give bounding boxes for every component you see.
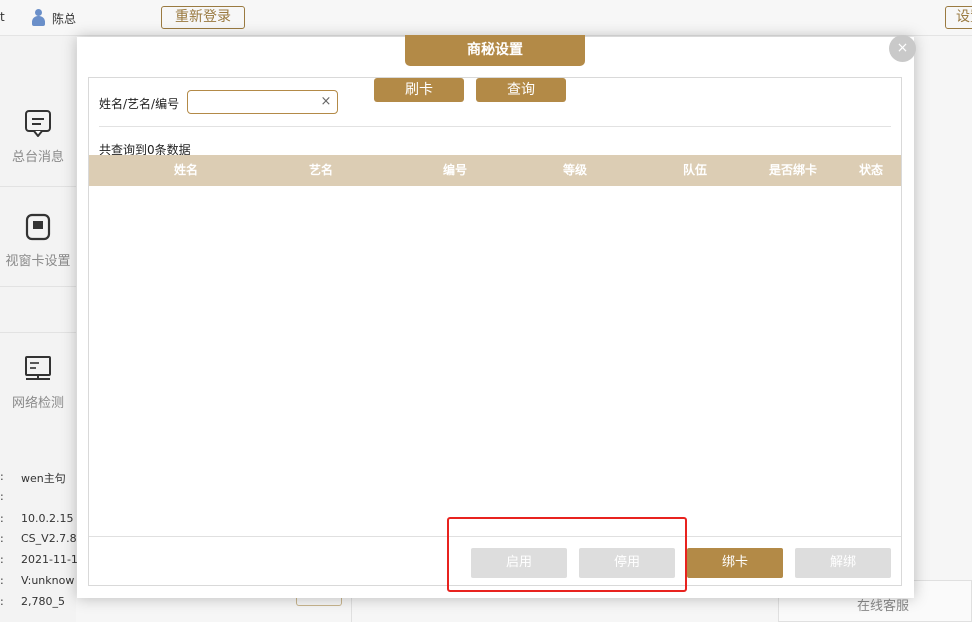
column-header-level[interactable]: 等级 (563, 155, 587, 186)
secretary-settings-dialog: 商秘设置 × 姓名/艺名/编号 × 刷卡 查询 共查询到0条数据 姓名 艺名 编… (77, 35, 916, 598)
search-field[interactable]: × (187, 90, 338, 114)
column-header-name[interactable]: 姓名 (174, 155, 198, 186)
column-header-number[interactable]: 编号 (443, 155, 467, 186)
search-label: 姓名/艺名/编号 (99, 97, 180, 111)
clear-icon[interactable]: × (319, 94, 333, 110)
bind-card-button[interactable]: 绑卡 (687, 548, 783, 578)
search-input[interactable] (194, 93, 314, 111)
disable-button[interactable]: 停用 (579, 548, 675, 578)
table-header: 姓名 艺名 编号 等级 队伍 是否绑卡 状态 (89, 155, 901, 186)
column-header-card-bound[interactable]: 是否绑卡 (769, 155, 817, 186)
column-header-status[interactable]: 状态 (859, 155, 883, 186)
query-button[interactable]: 查询 (476, 78, 566, 102)
divider (99, 126, 891, 127)
swipe-card-button[interactable]: 刷卡 (374, 78, 464, 102)
enable-button[interactable]: 启用 (471, 548, 567, 578)
close-icon[interactable]: × (889, 35, 916, 62)
unbind-card-button[interactable]: 解绑 (795, 548, 891, 578)
dialog-title: 商秘设置 (405, 35, 585, 66)
dialog-content: 姓名/艺名/编号 × 刷卡 查询 共查询到0条数据 姓名 艺名 编号 等级 队伍… (88, 77, 902, 586)
column-header-team[interactable]: 队伍 (683, 155, 707, 186)
table-body (89, 186, 901, 537)
column-header-stage-name[interactable]: 艺名 (309, 155, 333, 186)
